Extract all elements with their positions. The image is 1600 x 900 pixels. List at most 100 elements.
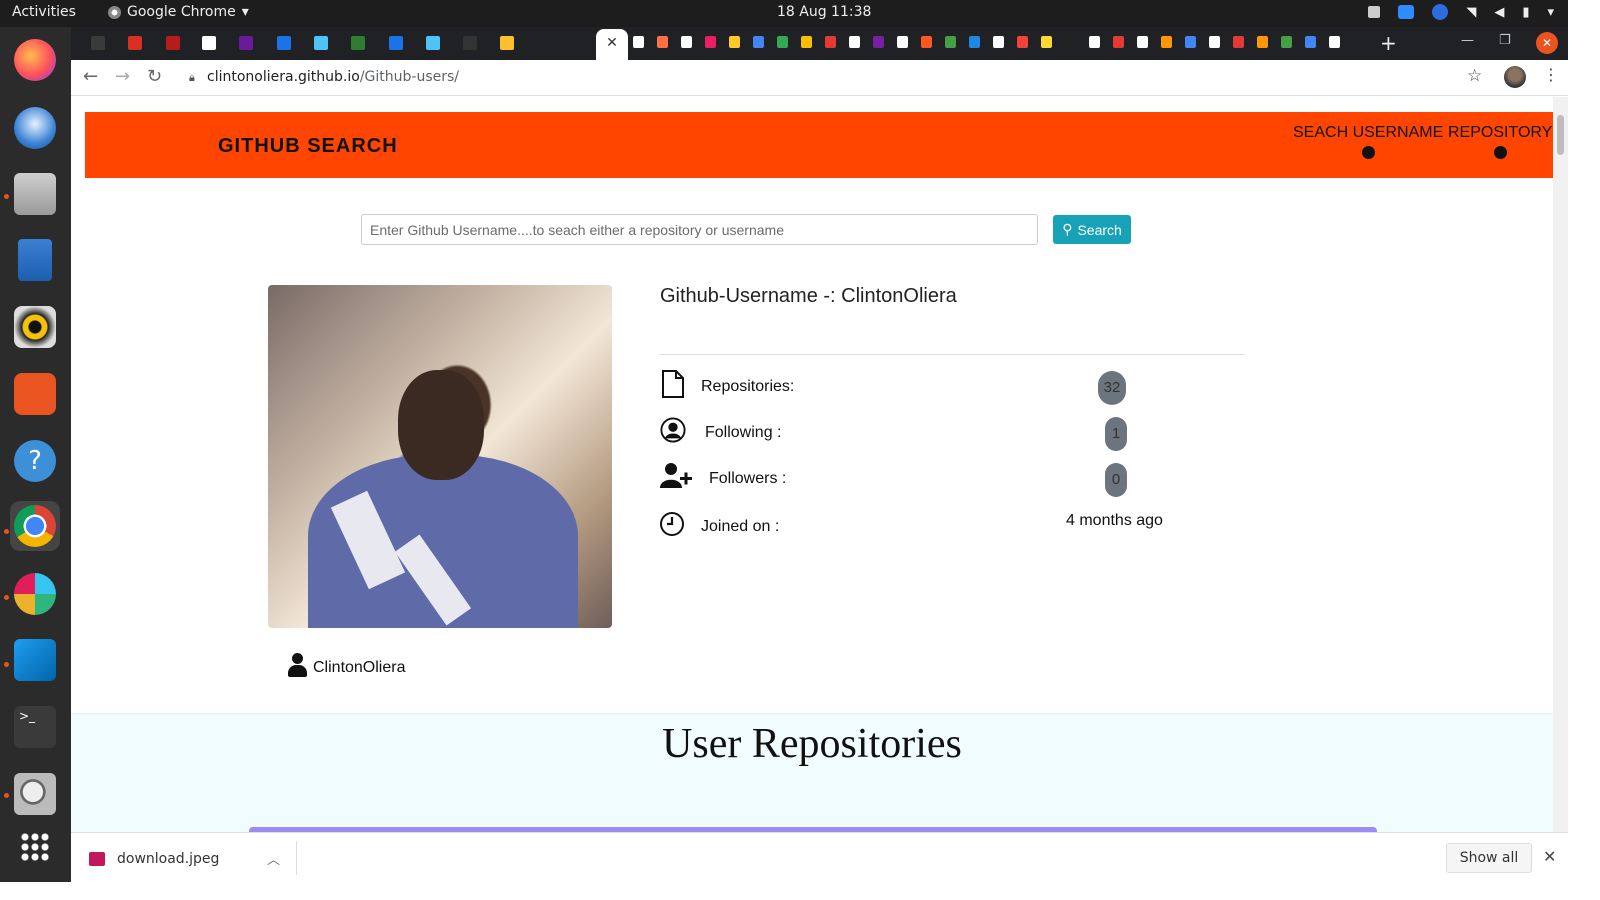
slack-tray-icon[interactable] — [1368, 6, 1381, 18]
rhythmbox-icon — [14, 306, 56, 348]
tab-favicon[interactable] — [1257, 36, 1268, 48]
back-arrow-icon[interactable]: ← — [83, 66, 98, 87]
tab-favicon[interactable] — [1065, 36, 1076, 48]
tab-favicon[interactable] — [849, 36, 860, 48]
forward-arrow-icon[interactable]: → — [115, 66, 130, 87]
tab-favicon[interactable] — [128, 36, 142, 50]
site-brand[interactable]: GITHUB SEARCH — [218, 135, 398, 158]
nav-link-label: REPOSITORY — [1448, 124, 1553, 141]
address-bar[interactable]: 🔒︎ clintonoliera.github.io/Github-users/ — [181, 63, 1491, 92]
tab-favicon[interactable] — [1209, 36, 1220, 48]
tab-favicon[interactable] — [993, 36, 1004, 48]
profile-avatar[interactable] — [1504, 66, 1526, 88]
slack-launcher[interactable] — [10, 569, 60, 619]
tab-favicon[interactable] — [314, 36, 328, 50]
user-caption: ClintonOliera — [287, 653, 405, 677]
firefox-launcher[interactable] — [10, 35, 60, 85]
show-all-button[interactable]: Show all — [1446, 843, 1532, 873]
account-tray-icon[interactable] — [1432, 4, 1449, 20]
tab-favicon[interactable] — [945, 36, 956, 48]
chrome-launcher[interactable] — [10, 501, 60, 551]
help-launcher[interactable]: ? — [10, 436, 60, 486]
chevron-up-icon[interactable]: ︿ — [267, 849, 280, 868]
tab-favicon[interactable] — [633, 36, 644, 48]
nav-repository[interactable]: REPOSITORY — [1448, 124, 1552, 159]
volume-icon[interactable]: ◀ — [1494, 5, 1504, 20]
tab-favicon[interactable] — [753, 36, 764, 48]
running-indicator — [4, 194, 9, 199]
tab-favicon[interactable] — [681, 36, 692, 48]
tab-favicon[interactable] — [1281, 36, 1292, 48]
tab-favicon[interactable] — [897, 36, 908, 48]
nav-link-label: SEACH USERNAME — [1293, 124, 1444, 141]
stat-label: Repositories: — [701, 378, 795, 395]
tab-favicon[interactable] — [969, 36, 980, 48]
zoom-tray-icon[interactable] — [1398, 5, 1415, 19]
tab-favicon[interactable] — [277, 36, 291, 50]
restore-icon[interactable]: ❐ — [1499, 33, 1511, 48]
writer-launcher[interactable] — [10, 235, 60, 285]
active-tab[interactable]: ✕ — [596, 29, 628, 60]
wifi-icon[interactable]: ◥ — [1466, 5, 1476, 20]
tab-favicon[interactable] — [463, 36, 477, 50]
tab-favicon[interactable] — [202, 36, 216, 50]
tab-favicon[interactable] — [1137, 36, 1148, 48]
tab-favicon[interactable] — [1041, 36, 1052, 48]
software-launcher[interactable] — [10, 369, 60, 419]
clock[interactable]: 18 Aug 11:38 — [777, 4, 871, 20]
tab-favicon[interactable] — [351, 36, 365, 50]
clock-icon — [660, 512, 684, 536]
tab-favicon[interactable] — [166, 36, 180, 50]
minimize-icon[interactable]: — — [1461, 33, 1474, 48]
bookmark-star-icon[interactable]: ☆ — [1467, 66, 1482, 86]
writer-icon — [18, 239, 52, 281]
scrollbar-thumb[interactable] — [1557, 115, 1564, 155]
tab-favicon[interactable] — [1329, 36, 1340, 48]
files-launcher[interactable] — [10, 169, 60, 219]
rhythmbox-launcher[interactable] — [10, 302, 60, 352]
tab-favicon[interactable] — [873, 36, 884, 48]
repositories-title: User Repositories — [662, 721, 962, 767]
search-input[interactable] — [361, 214, 1038, 245]
battery-icon[interactable]: ▮ — [1522, 5, 1529, 20]
new-tab-button[interactable]: + — [1380, 31, 1397, 55]
tab-favicon[interactable] — [705, 36, 716, 48]
tab-favicon[interactable] — [500, 36, 514, 50]
tab-favicon[interactable] — [1017, 36, 1028, 48]
tab-favicon[interactable] — [921, 36, 932, 48]
tab-favicon[interactable] — [825, 36, 836, 48]
system-tray[interactable]: ◥ ◀ ▮ ▾ — [1368, 4, 1554, 20]
tab-favicon[interactable] — [1233, 36, 1244, 48]
system-menu-caret-icon[interactable]: ▾ — [1547, 5, 1554, 20]
tab-favicon[interactable] — [1305, 36, 1316, 48]
tab-favicon[interactable] — [1113, 36, 1124, 48]
thunderbird-launcher[interactable] — [10, 103, 60, 153]
download-item[interactable]: download.jpeg — [89, 851, 219, 867]
tab-favicon[interactable] — [426, 36, 440, 50]
tab-favicon[interactable] — [389, 36, 403, 50]
tab-favicon[interactable] — [1089, 36, 1100, 48]
tab-favicon[interactable] — [91, 36, 105, 50]
close-icon[interactable]: ✕ — [1543, 847, 1556, 866]
window-close-icon[interactable]: ✕ — [1536, 32, 1558, 54]
activities-button[interactable]: Activities — [12, 4, 76, 20]
image-viewer-launcher[interactable] — [10, 769, 60, 819]
tab-favicon[interactable] — [777, 36, 788, 48]
tab-favicon[interactable] — [1185, 36, 1196, 48]
vscode-launcher[interactable] — [10, 635, 60, 685]
tab-favicon[interactable] — [1161, 36, 1172, 48]
tab-favicon[interactable] — [801, 36, 812, 48]
page-scrollbar[interactable] — [1553, 97, 1568, 832]
tab-favicon[interactable] — [657, 36, 668, 48]
tab-close-icon[interactable]: ✕ — [606, 35, 618, 51]
nav-search-username[interactable]: SEACH USERNAME — [1293, 124, 1443, 159]
show-apps-button[interactable] — [10, 822, 60, 872]
app-menu[interactable]: Google Chrome ▾ — [108, 4, 249, 20]
tab-favicon[interactable] — [729, 36, 740, 48]
firefox-icon — [14, 39, 56, 81]
reload-icon[interactable]: ↻ — [147, 66, 162, 87]
terminal-launcher[interactable]: >_ — [10, 702, 60, 752]
search-button[interactable]: ⚲ Search — [1053, 215, 1131, 244]
chrome-menu-icon[interactable]: ⋮ — [1543, 65, 1559, 84]
tab-favicon[interactable] — [239, 36, 253, 50]
